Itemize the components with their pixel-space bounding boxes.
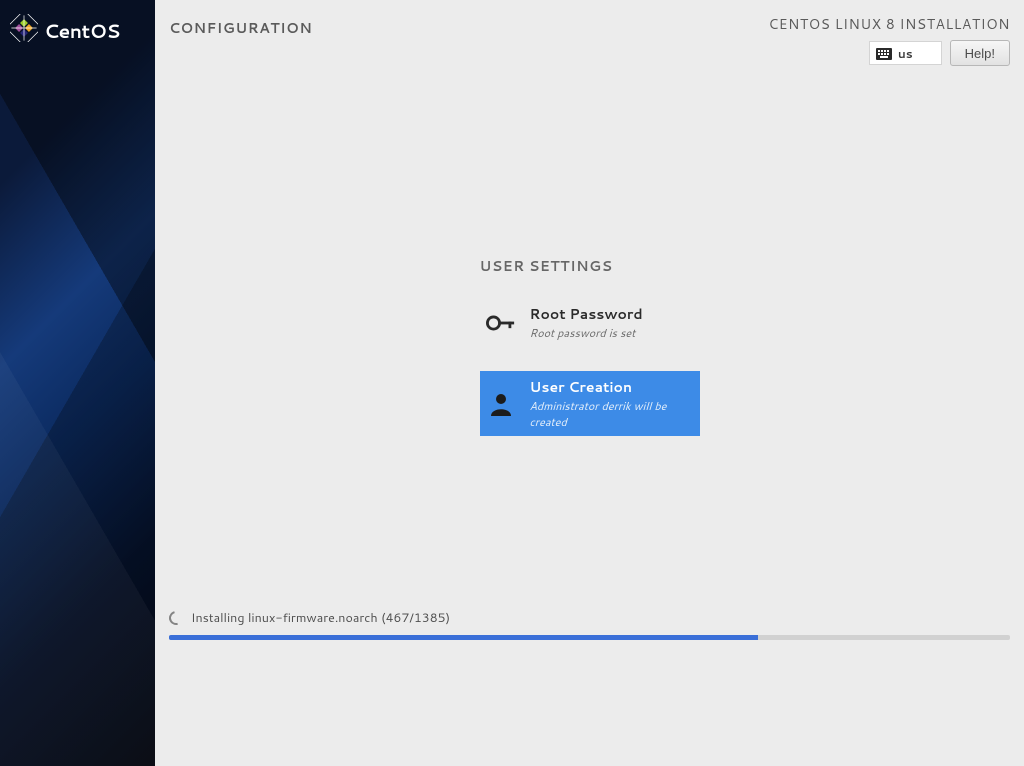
spoke-user-creation[interactable]: User Creation Administrator derrik will … [480, 371, 700, 436]
page-title: CONFIGURATION [169, 14, 312, 38]
spoke-root-password-text: Root Password Root password is set [530, 304, 643, 341]
top-right-block: CENTOS LINUX 8 INSTALLATION us Help! [768, 14, 1010, 66]
user-creation-status: Administrator derrik will be created [530, 398, 694, 430]
user-settings-heading: USER SETTINGS [480, 256, 700, 276]
sidebar-pattern [0, 0, 155, 766]
spoke-user-creation-text: User Creation Administrator derrik will … [530, 377, 694, 430]
topbar: CONFIGURATION CENTOS LINUX 8 INSTALLATIO… [155, 0, 1024, 66]
user-icon [486, 389, 516, 419]
brand-logo-wrap: CentOS [0, 0, 155, 62]
product-title: CENTOS LINUX 8 INSTALLATION [768, 14, 1010, 34]
help-button[interactable]: Help! [950, 40, 1010, 66]
sidebar: CentOS [0, 0, 155, 766]
top-right-row: us Help! [869, 40, 1010, 66]
centos-logo-icon [10, 14, 38, 48]
content: USER SETTINGS Root Password Root passwor… [155, 66, 1024, 766]
keyboard-layout-indicator[interactable]: us [869, 41, 942, 65]
progress-bar [169, 635, 1010, 640]
brand-text: CentOS [44, 18, 120, 45]
footer: Installing linux-firmware.noarch (467/13… [169, 609, 1010, 640]
root-password-title: Root Password [530, 304, 643, 324]
main-panel: CONFIGURATION CENTOS LINUX 8 INSTALLATIO… [155, 0, 1024, 766]
root-password-status: Root password is set [530, 325, 643, 341]
keyboard-icon [876, 47, 892, 59]
key-icon [486, 308, 516, 338]
progress-bar-fill [169, 635, 758, 640]
spoke-root-password[interactable]: Root Password Root password is set [480, 298, 700, 347]
status-row: Installing linux-firmware.noarch (467/13… [169, 609, 1010, 627]
progress-status-text: Installing linux-firmware.noarch (467/13… [191, 609, 450, 627]
user-creation-title: User Creation [530, 377, 694, 397]
spinner-icon [166, 608, 185, 627]
keyboard-layout-label: us [898, 45, 913, 62]
